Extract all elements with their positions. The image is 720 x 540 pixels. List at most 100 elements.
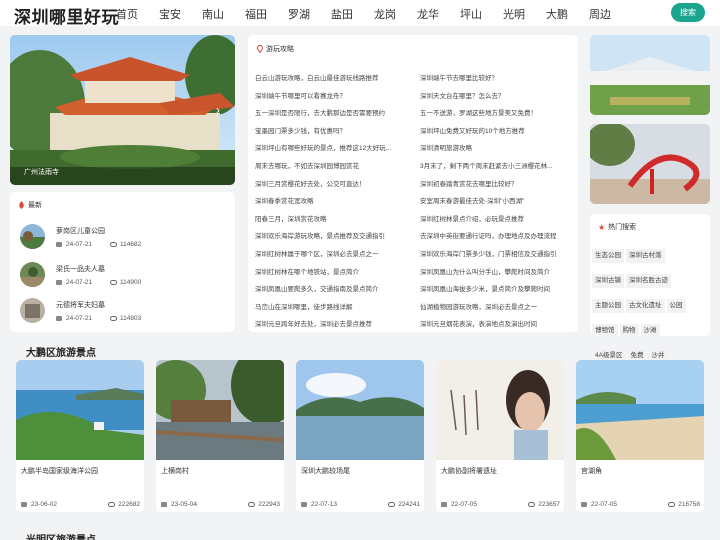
- guide-link[interactable]: 去深圳中英街要通行证吗，办理地点及办理流程: [420, 228, 570, 246]
- guide-link[interactable]: 深圳凤凰山为什么叫分手山，攀爬时间及简介: [420, 264, 570, 282]
- hot-tag[interactable]: 博物馆: [592, 324, 618, 338]
- place-card[interactable]: 大鹏协副将署遗址 22-07-05 223657: [436, 360, 564, 512]
- hot-tag[interactable]: 深圳名胜古迹: [626, 274, 671, 288]
- side-image-top[interactable]: [590, 35, 710, 115]
- guide-link[interactable]: 阳春三月，深圳赏花攻略: [255, 211, 415, 229]
- guide-link[interactable]: 周末去哪玩，不如去深圳园博园赏花: [255, 158, 415, 176]
- date-text: 23-06-02: [31, 501, 58, 508]
- latest-item[interactable]: 萝岗区儿童公园 24-07-21 114682: [20, 224, 240, 256]
- latest-title: 最新: [28, 202, 42, 209]
- carousel-next-icon[interactable]: ›: [216, 103, 220, 117]
- hot-tag[interactable]: 古文化遗址: [626, 299, 665, 313]
- nav-futian[interactable]: 福田: [245, 6, 267, 22]
- place-date: 23-06-02: [21, 501, 57, 508]
- latest-panel: 最新 萝岗区儿童公园 24-07-21 114682 梁氏一品夫人墓 24-07…: [10, 192, 235, 332]
- stadium-image: [590, 35, 710, 115]
- latest-item-title[interactable]: 梁氏一品夫人墓: [56, 264, 105, 274]
- guide-link[interactable]: 五一不送游，罗湖这些地方景美又免费！: [420, 105, 570, 123]
- hot-tag[interactable]: 公园: [666, 299, 686, 313]
- guide-link[interactable]: 深圳红树林属于哪个区，深圳必去景点之一: [255, 246, 415, 264]
- guide-link[interactable]: 深圳欢乐海岸游玩攻略，景点推荐及交通指引: [255, 228, 415, 246]
- calendar-icon: [581, 502, 587, 507]
- latest-thumb: [20, 224, 45, 249]
- guide-link[interactable]: 深圳坪山有哪些好玩的景点，推荐这12大好玩...: [255, 140, 415, 158]
- guide-link[interactable]: 深圳元旦跨年好去处，深圳必去景点推荐: [255, 316, 415, 334]
- guide-link[interactable]: 深圳红树林在哪个地铁站，景点简介: [255, 264, 415, 282]
- dapeng-section-title: 大鹏区旅游景点: [26, 348, 96, 359]
- views-text: 114900: [120, 279, 142, 286]
- views-text: 114682: [120, 241, 142, 248]
- place-title[interactable]: 官湖角: [581, 466, 602, 476]
- place-title[interactable]: 大鹏协副将署遗址: [441, 466, 497, 476]
- nav-dapeng[interactable]: 大鹏: [546, 6, 568, 22]
- nav-yantian[interactable]: 盐田: [331, 6, 353, 22]
- guide-link[interactable]: 深圳凤凰山要爬多久，交通指南及景点简介: [255, 281, 415, 299]
- nav-longgang[interactable]: 龙岗: [374, 6, 396, 22]
- nav-luohu[interactable]: 罗湖: [288, 6, 310, 22]
- guide-link[interactable]: 五一深圳是否限行，去大鹏那边是否需要预约: [255, 105, 415, 123]
- guide-link[interactable]: 深圳元旦烟花表演，表演地点及演出时间: [420, 316, 570, 334]
- hot-tag[interactable]: 沙滩: [640, 324, 660, 338]
- guide-link[interactable]: 深圳端午节哪里可以看赛龙舟？: [255, 88, 415, 106]
- latest-item-title[interactable]: 元德将军夫妇墓: [56, 300, 105, 310]
- latest-item[interactable]: 梁氏一品夫人墓 24-07-21 114900: [20, 262, 240, 294]
- latest-item-title[interactable]: 萝岗区儿童公园: [56, 226, 105, 236]
- guide-link[interactable]: 深圳红树林景点介绍，必玩景点推荐: [420, 211, 570, 229]
- nav-pingshan[interactable]: 坪山: [460, 6, 482, 22]
- guide-link[interactable]: 深圳凤凰山海拔多少米，景点简介及攀爬时间: [420, 281, 570, 299]
- guide-link[interactable]: 宝墨园门票多少钱，有优惠吗？: [255, 123, 415, 141]
- calendar-icon: [441, 502, 447, 507]
- hot-tag[interactable]: 深圳古镇: [592, 274, 624, 288]
- hot-tag[interactable]: 生态公园: [592, 249, 624, 263]
- guangming-section-title: 光明区旅游景点: [26, 531, 96, 540]
- guide-link[interactable]: 深圳春季赏花宽攻略: [255, 193, 415, 211]
- place-views: 223657: [528, 501, 560, 508]
- guide-link[interactable]: 深圳坪山免费又好玩的10个地方推荐: [420, 123, 570, 141]
- guide-link[interactable]: 深圳欢乐海岸门票多少钱，门票相信及交通指引: [420, 246, 570, 264]
- place-title[interactable]: 大鹏半岛国家级海洋公园: [21, 466, 98, 476]
- nav-baoan[interactable]: 宝安: [159, 6, 181, 22]
- place-card[interactable]: 深圳大鹏较场尾 22-07-13 224241: [296, 360, 424, 512]
- nav-longhua[interactable]: 龙华: [417, 6, 439, 22]
- views-text: 224241: [398, 501, 420, 508]
- place-title[interactable]: 深圳大鹏较场尾: [301, 466, 350, 476]
- calendar-icon: [301, 502, 307, 507]
- place-image: [156, 360, 284, 460]
- nav-guangming[interactable]: 光明: [503, 6, 525, 22]
- guide-link[interactable]: 深圳初春踏青赏花去哪里比较好？: [420, 176, 570, 194]
- hero-banner[interactable]: 广州法雨寺 ›: [10, 35, 235, 185]
- date-text: 23-05-04: [171, 501, 198, 508]
- nav-nanshan[interactable]: 南山: [202, 6, 224, 22]
- side-image-bottom[interactable]: [590, 124, 710, 204]
- guide-link[interactable]: 深圳清明旅游攻略: [420, 140, 570, 158]
- hot-tag[interactable]: 主题公园: [592, 299, 624, 313]
- guides-list-left: 白云山游玩攻略，白云山最佳游玩线路推荐 深圳端午节哪里可以看赛龙舟？ 五一深圳是…: [255, 70, 415, 334]
- guide-link[interactable]: 3月末了，剩下两个周末赶紧去小三洲樱花林...: [420, 158, 570, 176]
- place-image: [576, 360, 704, 460]
- place-card[interactable]: 大鹏半岛国家级海洋公园 23-06-02 222682: [16, 360, 144, 512]
- nav-nearby[interactable]: 周边: [589, 6, 611, 22]
- place-card[interactable]: 上横岗村 23-05-04 222943: [156, 360, 284, 512]
- calendar-icon: [21, 502, 27, 507]
- search-button[interactable]: 搜索: [671, 3, 705, 22]
- site-logo[interactable]: 深圳哪里好玩: [14, 3, 119, 28]
- guide-link[interactable]: 安室周末春游最佳去处-深圳"小西湖": [420, 193, 570, 211]
- guide-link[interactable]: 仙湖植物园游玩攻略，深圳必去景点之一: [420, 299, 570, 317]
- place-title[interactable]: 上横岗村: [161, 466, 189, 476]
- views-icon: [110, 242, 117, 247]
- guide-link[interactable]: 深圳端午节去哪里比较好？: [420, 70, 570, 88]
- hot-tag[interactable]: 购物: [619, 324, 639, 338]
- latest-item-views: 114803: [110, 315, 141, 322]
- guide-link[interactable]: 马峦山在深圳哪里，徒步路线详解: [255, 299, 415, 317]
- latest-item[interactable]: 元德将军夫妇墓 24-07-21 114803: [20, 298, 240, 330]
- top-header: 深圳哪里好玩 首页 宝安 南山 福田 罗湖 盐田 龙岗 龙华 坪山 光明 大鹏 …: [0, 0, 720, 28]
- guide-link[interactable]: 白云山游玩攻略，白云山最佳游玩线路推荐: [255, 70, 415, 88]
- calendar-icon: [161, 502, 167, 507]
- guide-link[interactable]: 深圳天文台在哪里？怎么去？: [420, 88, 570, 106]
- guide-link[interactable]: 深圳三月赏樱花好去处，公交可直达！: [255, 176, 415, 194]
- date-text: 22-07-13: [311, 501, 338, 508]
- nav-home[interactable]: 首页: [116, 6, 138, 22]
- place-card[interactable]: 官湖角 22-07-05 216758: [576, 360, 704, 512]
- latest-header: 最新: [18, 200, 42, 210]
- hot-tag[interactable]: 深圳古村落: [626, 249, 665, 263]
